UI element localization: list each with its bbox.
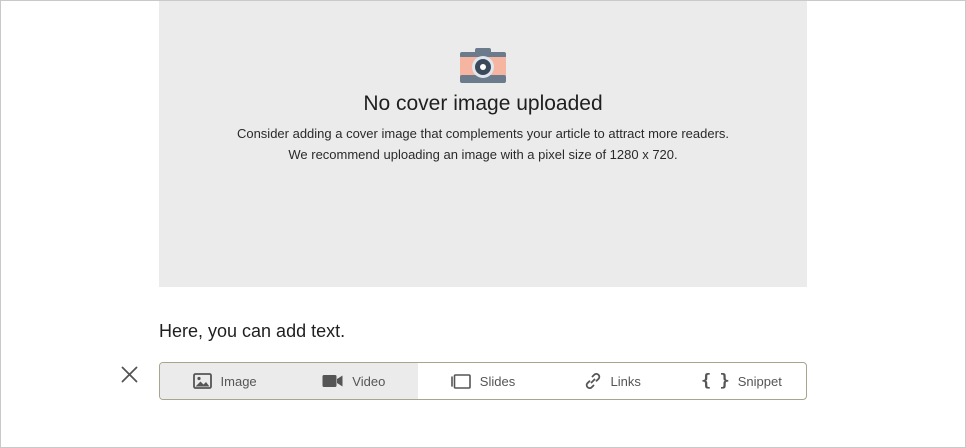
insert-toolbar: Image Video Slides Links {} Snippet (159, 362, 807, 400)
camera-icon (460, 48, 506, 84)
link-icon (584, 372, 602, 390)
insert-slides-button[interactable]: Slides (418, 363, 547, 399)
insert-image-button[interactable]: Image (160, 363, 290, 399)
insert-video-button[interactable]: Video (289, 363, 419, 399)
braces-icon: { } (701, 371, 730, 391)
editor-window: No cover image uploaded Consider adding … (0, 0, 966, 448)
close-icon (121, 366, 138, 388)
video-icon (322, 374, 343, 388)
insert-snippet-button[interactable]: { } Snippet (677, 363, 806, 399)
cover-image-placeholder[interactable]: No cover image uploaded Consider adding … (159, 1, 807, 287)
cover-title: No cover image uploaded (363, 92, 603, 115)
insert-slides-label: Slides (479, 373, 516, 389)
slides-icon (450, 373, 471, 389)
article-text[interactable]: Here, you can add text. (159, 321, 345, 342)
cover-hint-line-1: Consider adding a cover image that compl… (236, 126, 730, 141)
close-toolbar-button[interactable] (117, 364, 142, 389)
insert-snippet-label: Snippet (737, 373, 782, 389)
insert-video-label: Video (352, 373, 386, 389)
insert-links-label: Links (610, 373, 641, 389)
insert-image-label: Image (220, 373, 257, 389)
cover-hint-line-2: We recommend uploading an image with a p… (288, 147, 678, 162)
insert-links-button[interactable]: Links (548, 363, 677, 399)
image-icon (192, 373, 212, 389)
